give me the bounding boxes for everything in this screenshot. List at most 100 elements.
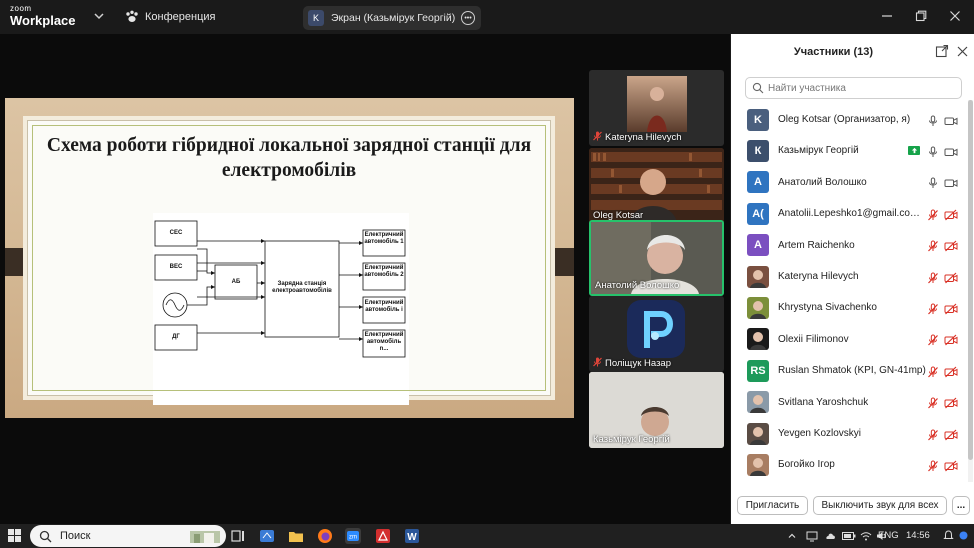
microphone-muted-icon[interactable] <box>927 302 939 315</box>
restore-icon[interactable] <box>914 9 928 23</box>
task-view-icon[interactable] <box>230 528 246 544</box>
video-tile-active-speaker[interactable]: Анатолий Волошко <box>589 220 724 296</box>
participant-name: Artem Raichenko <box>778 239 855 251</box>
notifications-icon[interactable] <box>943 530 954 541</box>
zoom-taskbar-icon[interactable]: zm <box>345 528 361 544</box>
scrollbar-thumb[interactable] <box>968 100 973 460</box>
panel-title: Участники (13) <box>793 46 874 58</box>
participant-row[interactable]: A Artem Raichenko <box>731 230 971 261</box>
participant-avatar <box>747 422 769 445</box>
microphone-muted-icon[interactable] <box>927 239 939 252</box>
shared-screen[interactable]: Схема роботи гібридної локальної зарядно… <box>5 98 574 418</box>
tile-name: Поліщук Назар <box>593 357 671 369</box>
microphone-muted-icon[interactable] <box>927 396 939 409</box>
participant-row[interactable]: К Казьмірук Георгій <box>731 135 971 166</box>
taskbar-search[interactable]: Поиск <box>30 525 226 547</box>
app-icon[interactable] <box>259 528 275 544</box>
firefox-icon[interactable] <box>317 528 333 544</box>
camera-off-icon[interactable] <box>944 459 958 472</box>
participant-list: K Oleg Kotsar (Организатор, я) К Казьмірук … <box>731 104 974 484</box>
participant-list-scrollbar[interactable] <box>968 100 973 482</box>
tile-name: Kateryna Hilevych <box>593 131 682 143</box>
camera-off-icon[interactable] <box>944 271 958 283</box>
camera-off-icon[interactable] <box>944 239 958 252</box>
close-window-icon[interactable] <box>948 9 962 23</box>
microphone-icon[interactable] <box>927 145 939 157</box>
participant-row[interactable]: RS Ruslan Shmatok (KPI, GN-41mp) <box>731 355 971 386</box>
microphone-muted-icon[interactable] <box>927 333 939 346</box>
microphone-muted-icon[interactable] <box>927 365 939 378</box>
camera-off-icon[interactable] <box>944 428 958 440</box>
participant-row[interactable]: Khrystyna Sivachenko <box>731 292 971 323</box>
video-tile[interactable]: Поліщук Назар <box>589 296 724 372</box>
more-options-button[interactable]: ... <box>952 496 970 515</box>
participant-row[interactable]: Olexii Filimonov <box>731 324 971 355</box>
wifi-icon[interactable] <box>860 530 872 542</box>
microphone-icon[interactable] <box>927 176 939 189</box>
meeting-stage: Схема роботи гібридної локальної зарядно… <box>0 34 730 524</box>
video-tile[interactable]: Казьмірук Георгій <box>589 372 724 448</box>
panel-header: Участники (13) <box>731 34 974 70</box>
participant-row[interactable]: Kateryna Hilevych <box>731 261 971 292</box>
chevron-down-icon[interactable] <box>92 9 106 23</box>
label-ev-4: Електричний автомобіль n... <box>364 332 404 352</box>
microphone-muted-icon[interactable] <box>927 459 939 472</box>
camera-off-icon[interactable] <box>944 302 958 315</box>
participant-row[interactable]: Yevgen Kozlovskyi <box>731 418 971 449</box>
meeting-info-button[interactable]: Конференция <box>125 10 215 23</box>
camera-icon[interactable] <box>944 114 958 126</box>
participant-row[interactable]: A(Anatolii.Lepeshko1@gmail.com... <box>731 198 971 229</box>
acrobat-icon[interactable] <box>375 528 391 544</box>
label-ev-2: Електричний автомобіль 2 <box>364 265 404 278</box>
participant-name: Богойко Ігор <box>778 459 835 471</box>
slide-content: Схема роботи гібридної локальної зарядно… <box>27 120 551 405</box>
more-icon[interactable]: ••• <box>461 11 475 25</box>
camera-off-icon[interactable] <box>944 365 958 378</box>
cloud-icon[interactable] <box>824 530 836 542</box>
camera-icon[interactable] <box>944 176 958 188</box>
invite-button[interactable]: Пригласить <box>737 496 808 515</box>
microphone-muted-icon[interactable] <box>927 208 939 221</box>
word-icon[interactable]: W <box>404 528 420 544</box>
clock[interactable]: 14:56 <box>906 530 930 541</box>
file-explorer-icon[interactable] <box>288 528 304 544</box>
video-tile[interactable]: Oleg Kotsar <box>589 148 724 224</box>
widget-icon[interactable] <box>958 530 969 541</box>
paw-icon <box>126 10 138 22</box>
sharer-avatar: K <box>308 10 324 26</box>
participant-row[interactable]: Svitlana Yaroshchuk <box>731 387 971 418</box>
close-panel-icon[interactable] <box>955 44 969 58</box>
chevron-up-icon[interactable] <box>787 531 797 541</box>
video-tile[interactable]: Kateryna Hilevych <box>589 70 724 146</box>
camera-icon[interactable] <box>944 145 958 157</box>
microphone-icon[interactable] <box>927 114 939 126</box>
battery-icon[interactable] <box>842 531 856 541</box>
participant-search[interactable] <box>745 77 962 99</box>
svg-text:zm: zm <box>349 535 357 541</box>
logo-bottom-text: Workplace <box>10 13 76 28</box>
participant-row[interactable]: А Анатолий Волошко <box>731 167 971 198</box>
camera-off-icon[interactable] <box>944 333 958 346</box>
zoom-app: zoom Workplace Конференция K Экран (Казь… <box>0 0 974 548</box>
participant-name: Анатолий Волошко <box>778 176 867 188</box>
camera-off-icon[interactable] <box>944 208 958 221</box>
network-icon[interactable] <box>806 530 818 542</box>
search-input[interactable] <box>768 82 958 94</box>
minimize-icon[interactable] <box>880 9 894 23</box>
screen-share-indicator[interactable]: K Экран (Казьмірук Георгій) ••• <box>303 6 481 30</box>
windows-start-icon[interactable] <box>8 529 21 542</box>
camera-off-icon[interactable] <box>944 396 958 409</box>
search-highlight-icon <box>190 531 220 543</box>
participant-name: Khrystyna Sivachenko <box>778 302 877 314</box>
microphone-muted-icon[interactable] <box>927 271 939 283</box>
zoom-logo: zoom Workplace <box>10 5 76 28</box>
pop-out-icon[interactable] <box>935 44 949 58</box>
participant-avatar: RS <box>747 359 769 382</box>
participant-row[interactable]: Богойко Ігор <box>731 449 971 480</box>
participant-name: Yevgen Kozlovskyi <box>778 428 862 439</box>
microphone-muted-icon[interactable] <box>927 428 939 440</box>
participant-row[interactable]: K Oleg Kotsar (Организатор, я) <box>731 104 971 135</box>
mute-all-button[interactable]: Выключить звук для всех <box>813 496 947 515</box>
participants-panel: Участники (13) K Oleg Kotsar (Организатор… <box>731 34 974 524</box>
participant-name: Ruslan Shmatok (KPI, GN-41mp) <box>778 365 926 377</box>
